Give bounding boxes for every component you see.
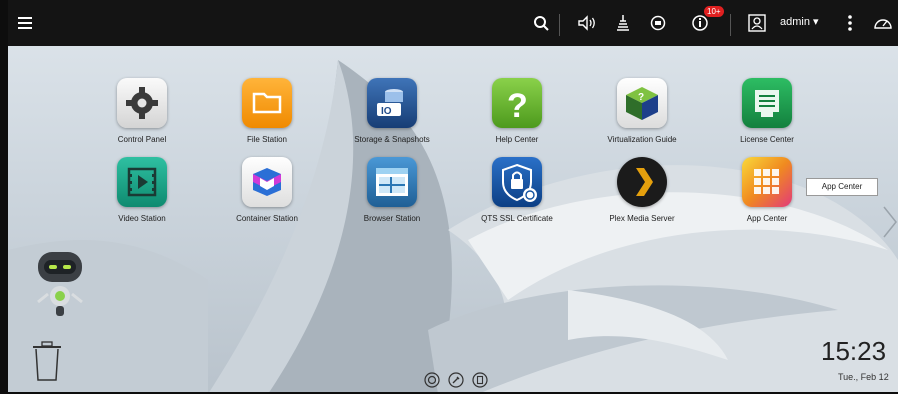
app-label: Help Center	[495, 135, 539, 144]
app-label: QTS SSL Certificate	[481, 214, 553, 223]
lock-shield-icon	[492, 157, 542, 207]
svg-text:IO: IO	[381, 106, 392, 117]
search-icon[interactable]	[530, 12, 552, 34]
app-grid-icon	[742, 157, 792, 207]
notification-badge: 10+	[704, 6, 724, 17]
app-help-center[interactable]: ? Help Center	[457, 78, 577, 144]
chevron-right-icon[interactable]	[882, 205, 898, 244]
background-tasks-icon[interactable]	[612, 12, 634, 34]
app-label: Plex Media Server	[609, 214, 675, 223]
app-center-tooltip: App Center	[806, 178, 878, 196]
more-vertical-icon[interactable]	[839, 12, 861, 34]
sync-icon[interactable]	[647, 12, 669, 34]
app-label: Browser Station	[363, 214, 421, 223]
video-icon	[117, 157, 167, 207]
question-icon: ?	[492, 78, 542, 128]
cube-icon: ?	[617, 78, 667, 128]
app-storage-snapshots[interactable]: IO Storage & Snapshots	[332, 78, 452, 144]
left-edge	[0, 0, 8, 394]
dashboard-gauge-icon[interactable]	[872, 12, 894, 34]
robot-assistant-icon[interactable]	[30, 248, 90, 325]
desktop: 10+ admin ▾ Control Panel File Station I…	[8, 0, 898, 394]
license-icon	[742, 78, 792, 128]
app-label: App Center	[746, 214, 788, 223]
app-container-station[interactable]: Container Station	[207, 157, 327, 223]
hamburger-icon[interactable]	[14, 12, 36, 34]
app-control-panel[interactable]: Control Panel	[82, 78, 202, 144]
storage-icon: IO	[367, 78, 417, 128]
app-label: Virtualization Guide	[607, 135, 677, 144]
app-qts-ssl-certificate[interactable]: QTS SSL Certificate	[457, 157, 577, 223]
app-license-center[interactable]: License Center	[707, 78, 827, 144]
svg-text:?: ?	[507, 87, 528, 125]
app-browser-station[interactable]: Browser Station	[332, 157, 452, 223]
app-label: File Station	[246, 135, 288, 144]
app-plex-media-server[interactable]: Plex Media Server	[582, 157, 702, 223]
top-bar: 10+ admin ▾	[8, 0, 898, 46]
plex-icon	[617, 157, 667, 207]
app-label: Storage & Snapshots	[354, 135, 430, 144]
app-label: Control Panel	[117, 135, 167, 144]
app-video-station[interactable]: Video Station	[82, 157, 202, 223]
app-label: License Center	[740, 135, 794, 144]
tools-icon[interactable]	[448, 372, 464, 393]
trash-icon[interactable]	[31, 340, 63, 387]
volume-icon[interactable]	[576, 12, 598, 34]
user-icon[interactable]	[746, 12, 768, 34]
separator	[730, 14, 731, 36]
container-icon	[242, 157, 292, 207]
clock-date: Tue., Feb 12	[838, 372, 889, 382]
username-dropdown[interactable]: admin ▾	[780, 15, 819, 28]
mobile-icon[interactable]	[472, 372, 488, 393]
app-virtualization-guide[interactable]: ? Virtualization Guide	[582, 78, 702, 144]
gear-icon	[117, 78, 167, 128]
folder-icon	[242, 78, 292, 128]
separator	[559, 14, 560, 36]
browser-icon	[367, 157, 417, 207]
app-label: Video Station	[118, 214, 166, 223]
app-label: Container Station	[236, 214, 298, 223]
app-file-station[interactable]: File Station	[207, 78, 327, 144]
myqnapcloud-icon[interactable]	[424, 372, 440, 393]
svg-text:?: ?	[638, 92, 644, 103]
clock-time: 15:23	[821, 336, 887, 366]
